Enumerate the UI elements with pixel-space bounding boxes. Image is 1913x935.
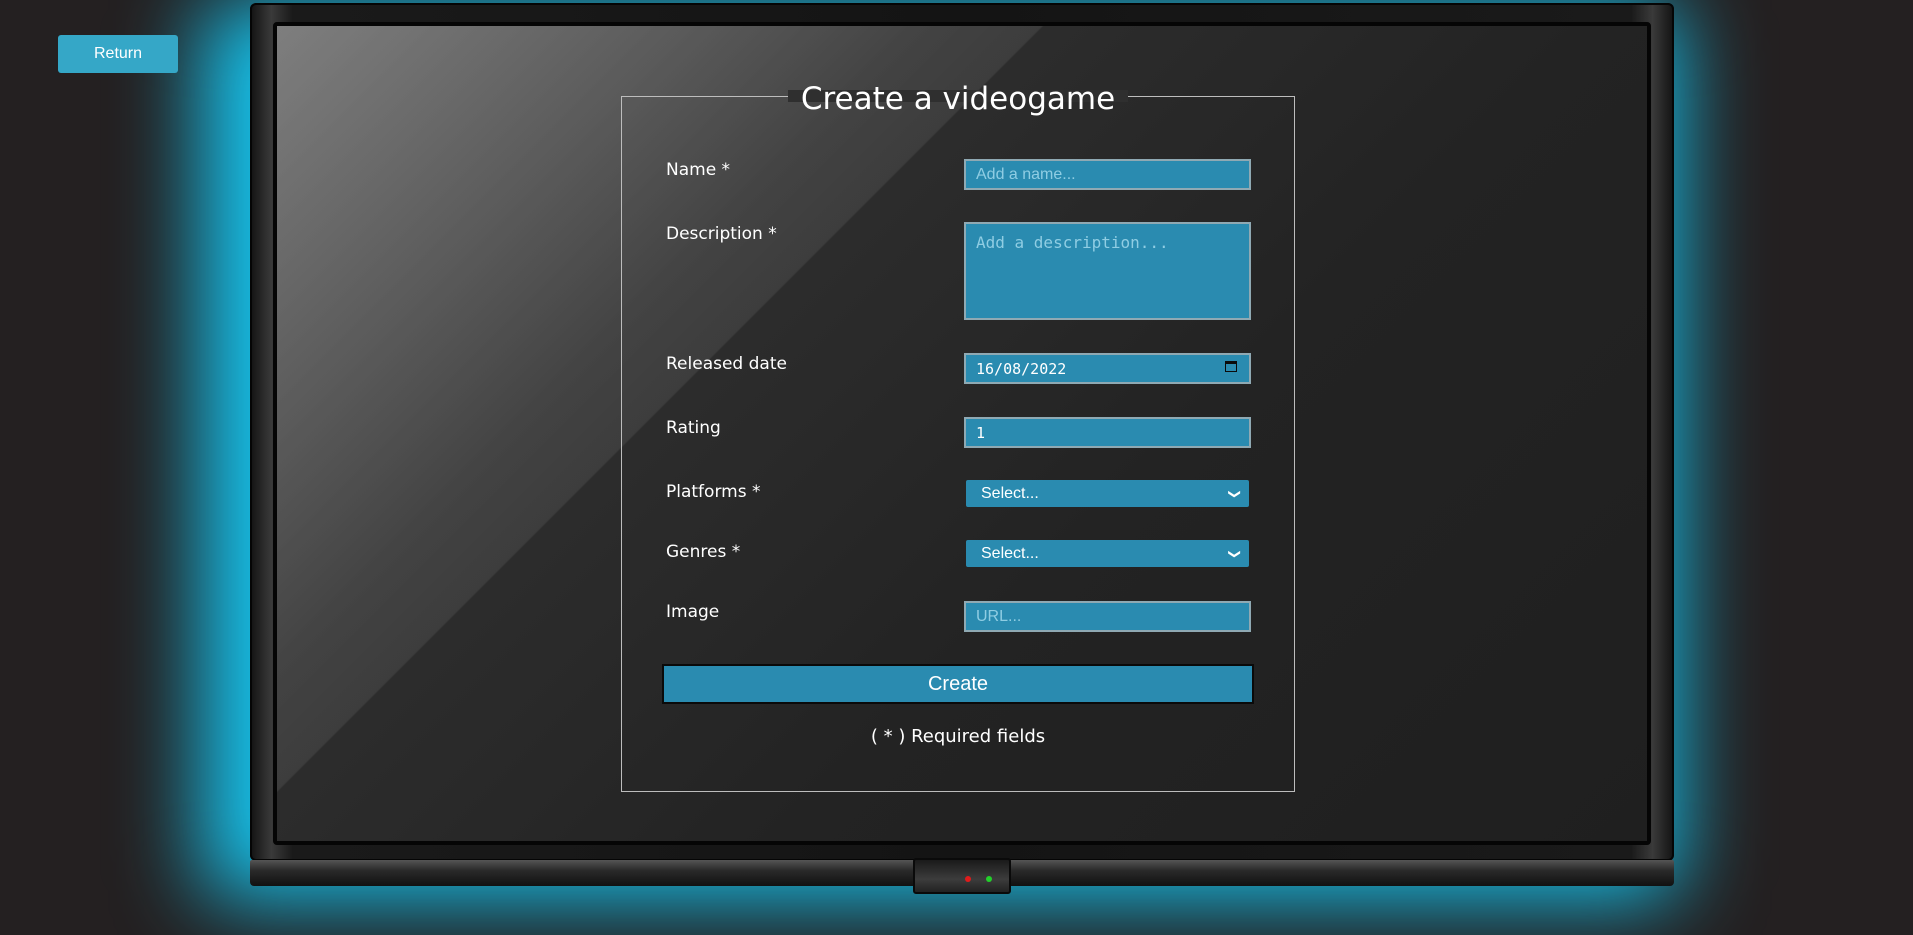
required-fields-note: ( * ) Required fields (870, 726, 1046, 747)
released-date-label: Released date (666, 354, 787, 374)
chevron-down-icon: ❯ (1227, 548, 1242, 559)
name-input[interactable]: Add a name... (964, 159, 1251, 190)
genres-selected: Select... (981, 544, 1039, 562)
name-label: Name * (666, 160, 731, 180)
image-url-input[interactable]: URL... (964, 601, 1251, 632)
description-placeholder: Add a description... (976, 233, 1169, 252)
name-placeholder: Add a name... (976, 165, 1076, 183)
description-label: Description * (666, 224, 777, 244)
description-textarea[interactable]: Add a description... (964, 222, 1251, 320)
power-led-red (965, 876, 971, 882)
create-button[interactable]: Create (662, 664, 1254, 704)
rating-label: Rating (666, 418, 721, 438)
genres-select[interactable]: Select... ❯ (966, 540, 1249, 567)
platforms-select[interactable]: Select... ❯ (966, 480, 1249, 507)
image-label: Image (666, 602, 720, 622)
tv-stand (913, 858, 1011, 894)
rating-value: 1 (976, 423, 986, 442)
genres-label: Genres * (666, 542, 741, 562)
power-led-green (986, 876, 992, 882)
released-date-input[interactable]: 16/08/2022 (964, 353, 1251, 384)
page: Return Create a videogame Name * Add a n… (0, 0, 1913, 935)
rating-input[interactable]: 1 (964, 417, 1251, 448)
released-date-value: 16/08/2022 (976, 359, 1067, 378)
image-url-placeholder: URL... (976, 607, 1022, 625)
calendar-icon[interactable] (1225, 361, 1237, 372)
platforms-label: Platforms * (666, 482, 761, 502)
form-title: Create a videogame (800, 81, 1116, 117)
chevron-down-icon: ❯ (1227, 488, 1242, 499)
platforms-selected: Select... (981, 484, 1039, 502)
return-button[interactable]: Return (58, 35, 178, 73)
